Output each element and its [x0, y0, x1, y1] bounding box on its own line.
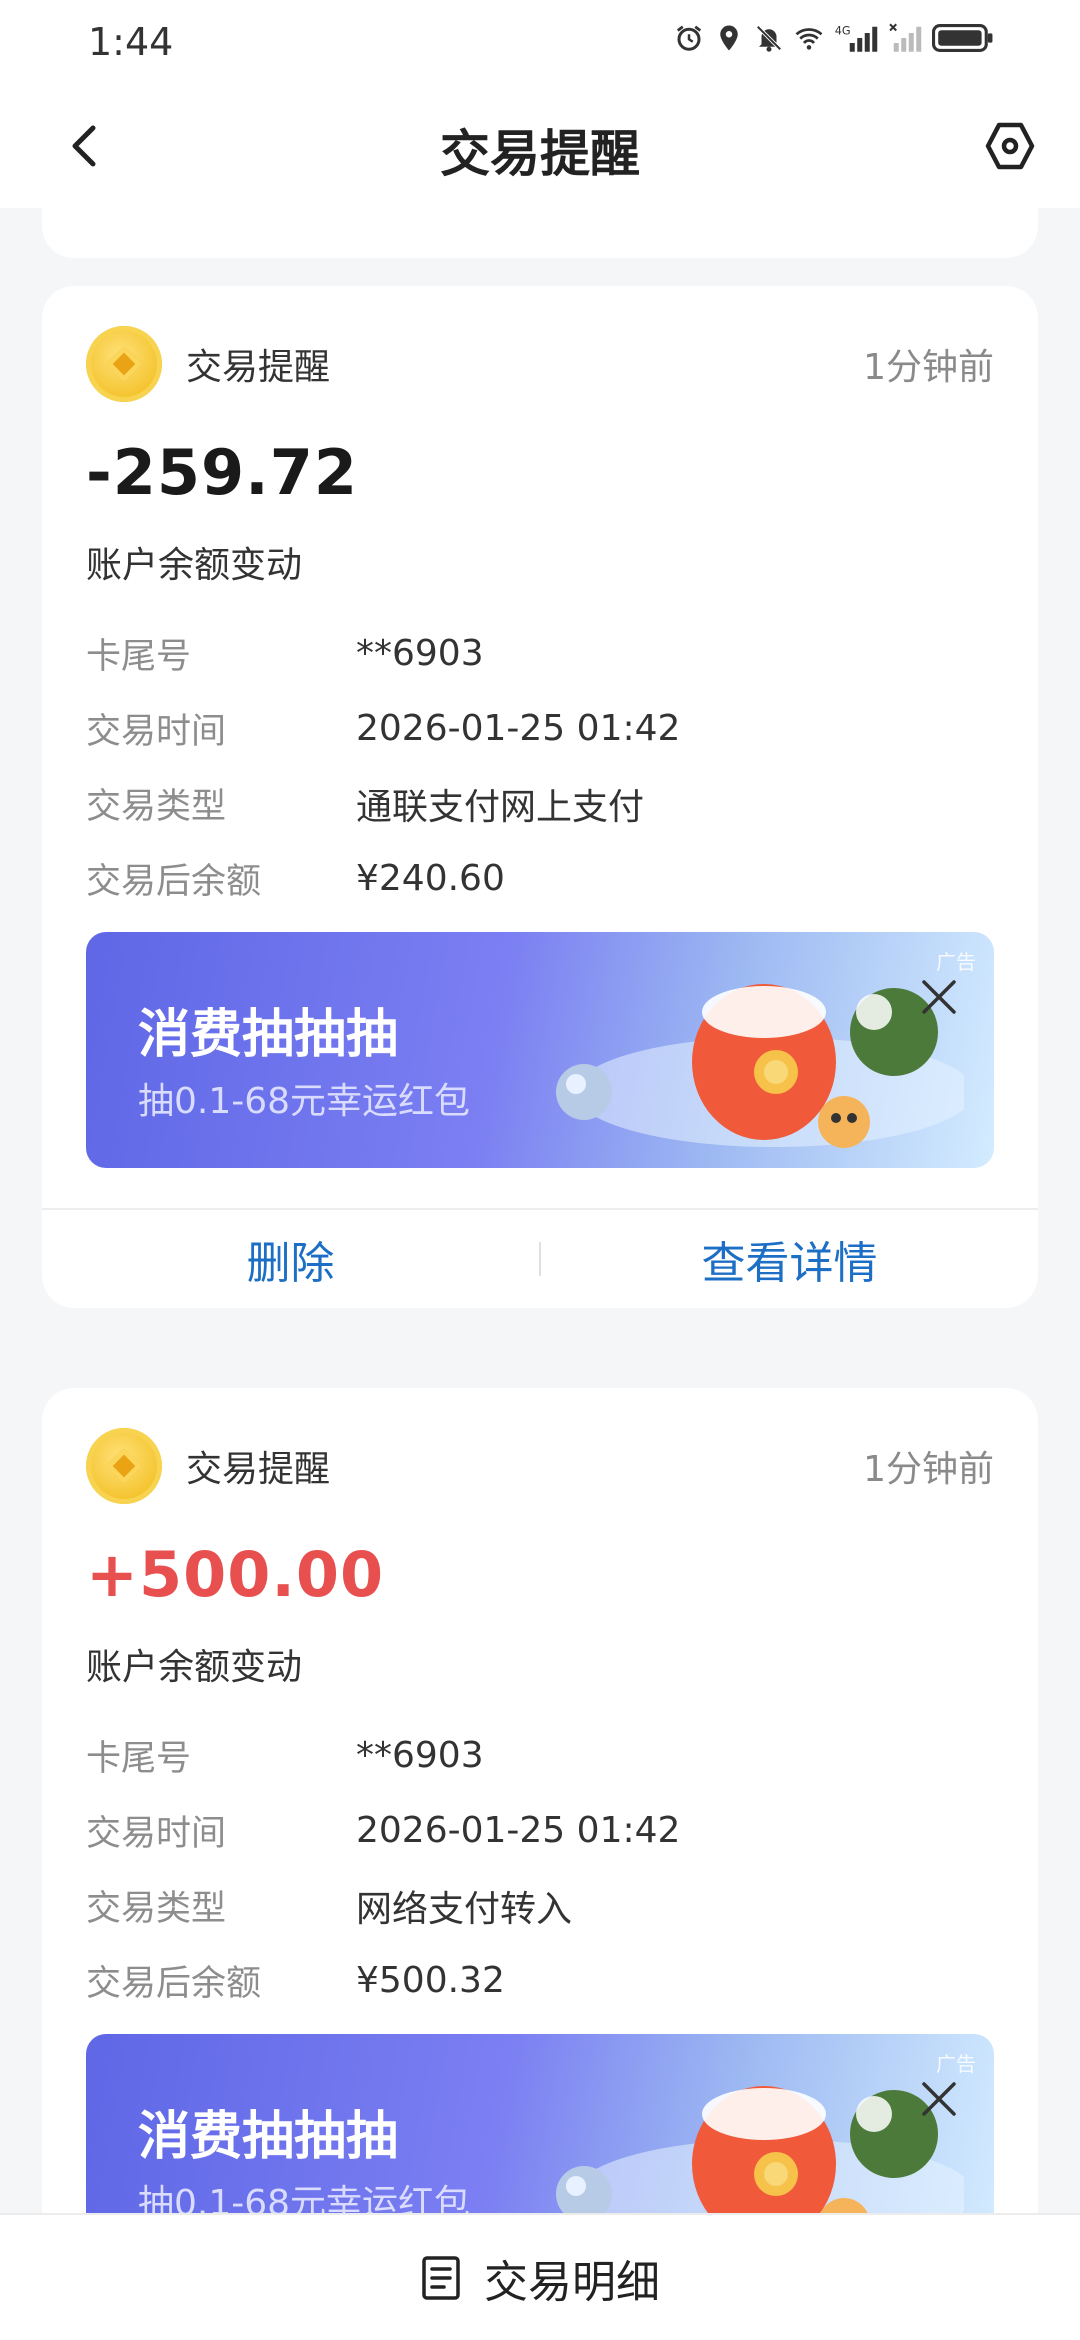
card-header: 交易提醒 1分钟前: [86, 326, 994, 402]
transaction-amount: +500.00: [86, 1538, 385, 1611]
status-bar: 1:44 4G: [0, 0, 1080, 84]
card-type-label: 交易提醒: [186, 347, 331, 388]
coin-icon: [86, 1428, 162, 1504]
hexagon-settings-icon: [985, 122, 1035, 170]
card-type-label: 交易提醒: [186, 1449, 331, 1490]
view-details-button[interactable]: 查看详情: [541, 1227, 1038, 1291]
detail-rows: 卡尾号 **6903 交易时间 2026-01-25 01:42 交易类型 通联…: [86, 616, 986, 916]
close-icon[interactable]: [914, 972, 964, 1022]
banner-illustration: [556, 984, 964, 1148]
ad-tag: 广告: [936, 950, 976, 974]
banner-subtitle: 抽0.1-68元幸运红包: [138, 1081, 471, 1122]
card-time-ago: 1分钟前: [863, 1449, 994, 1490]
document-list-icon: [422, 2255, 460, 2300]
row-label: 交易时间: [86, 1814, 227, 1854]
amount-description: 账户余额变动: [86, 1647, 303, 1688]
row-label: 交易类型: [86, 787, 227, 827]
app-header: 交易提醒: [0, 84, 1080, 208]
detail-row-balance: 交易后余额 ¥500.32: [86, 1943, 986, 2018]
row-label: 交易后余额: [86, 862, 262, 902]
detail-row-time: 交易时间 2026-01-25 01:42: [86, 1793, 986, 1868]
banner-title: 消费抽抽抽: [138, 1005, 399, 1065]
card-actions: 删除 查看详情: [42, 1208, 1038, 1308]
page-title: 交易提醒: [440, 125, 640, 183]
wifi-icon: [794, 23, 824, 53]
card-time-ago: 1分钟前: [863, 347, 994, 388]
coin-icon: [86, 326, 162, 402]
bottom-bar-label: 交易明细: [484, 2256, 660, 2308]
promo-banner[interactable]: 消费抽抽抽 抽0.1-68元幸运红包 广告: [86, 932, 994, 1168]
location-icon: [714, 23, 744, 53]
svg-text:4G: 4G: [835, 24, 851, 37]
row-value: ¥500.32: [356, 1960, 505, 2001]
detail-row-type: 交易类型 网络支付转入: [86, 1868, 986, 1943]
banner-subtitle: 抽0.1-68元幸运红包: [138, 2183, 471, 2213]
row-label: 卡尾号: [86, 1739, 192, 1779]
transaction-card[interactable]: 交易提醒 1分钟前 +500.00 账户余额变动 卡尾号 **6903 交易时间…: [42, 1388, 1038, 2213]
signal-4g-icon: 4G: [834, 23, 878, 53]
close-icon[interactable]: [914, 2074, 964, 2124]
battery-icon: [932, 22, 994, 54]
promo-banner[interactable]: 消费抽抽抽 抽0.1-68元幸运红包 广告: [86, 2034, 994, 2213]
bell-off-icon: [754, 23, 784, 53]
detail-row-balance: 交易后余额 ¥240.60: [86, 841, 986, 916]
row-value: ¥240.60: [356, 858, 505, 899]
detail-rows: 卡尾号 **6903 交易时间 2026-01-25 01:42 交易类型 网络…: [86, 1718, 986, 2018]
banner-illustration: [556, 2086, 964, 2213]
row-label: 交易时间: [86, 712, 227, 752]
alarm-icon: [674, 23, 704, 53]
row-value: 网络支付转入: [356, 1888, 573, 1930]
detail-row-card-tail: 卡尾号 **6903: [86, 1718, 986, 1793]
notification-list[interactable]: 交易提醒 1分钟前 -259.72 账户余额变动 卡尾号 **6903 交易时间…: [0, 208, 1080, 2213]
banner-title: 消费抽抽抽: [138, 2107, 399, 2167]
transaction-amount: -259.72: [86, 436, 358, 509]
row-value: **6903: [356, 633, 484, 674]
ad-tag: 广告: [936, 2052, 976, 2076]
previous-card-edge: [42, 208, 1038, 258]
row-value: 通联支付网上支付: [356, 786, 645, 828]
detail-row-time: 交易时间 2026-01-25 01:42: [86, 691, 986, 766]
row-value: 2026-01-25 01:42: [356, 1810, 681, 1851]
amount-description: 账户余额变动: [86, 545, 303, 586]
row-label: 卡尾号: [86, 637, 192, 677]
row-value: 2026-01-25 01:42: [356, 708, 681, 749]
transaction-card[interactable]: 交易提醒 1分钟前 -259.72 账户余额变动 卡尾号 **6903 交易时间…: [42, 286, 1038, 1308]
row-value: **6903: [356, 1735, 484, 1776]
delete-button[interactable]: 删除: [42, 1227, 539, 1291]
card-header: 交易提醒 1分钟前: [86, 1428, 994, 1504]
detail-row-card-tail: 卡尾号 **6903: [86, 616, 986, 691]
row-label: 交易类型: [86, 1889, 227, 1929]
status-icons: 4G: [674, 22, 994, 54]
status-time: 1:44: [88, 20, 174, 64]
signal-empty-icon: [888, 23, 922, 53]
settings-button[interactable]: [976, 112, 1044, 180]
transaction-details-button[interactable]: 交易明细: [0, 2213, 1080, 2340]
detail-row-type: 交易类型 通联支付网上支付: [86, 766, 986, 841]
row-label: 交易后余额: [86, 1964, 262, 2004]
